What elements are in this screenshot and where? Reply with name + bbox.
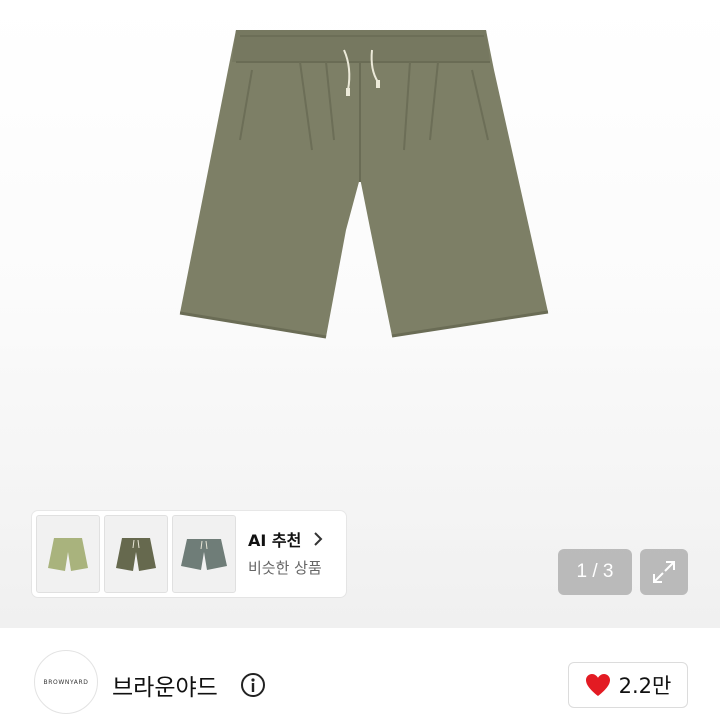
info-icon[interactable] bbox=[240, 672, 266, 698]
product-image-gallery[interactable]: AI 추천 비슷한 상품 1 / 3 bbox=[0, 0, 720, 628]
expand-button[interactable] bbox=[640, 549, 688, 595]
seller-bar: BROWNYARD 브라운야드 2.2만 bbox=[0, 628, 720, 720]
image-counter: 1 / 3 bbox=[558, 549, 632, 595]
heart-icon bbox=[585, 674, 610, 696]
expand-icon bbox=[653, 561, 675, 583]
recommend-subtitle: 비슷한 상품 bbox=[248, 559, 322, 577]
recommend-title-label: AI 추천 bbox=[248, 531, 302, 550]
shorts-body bbox=[180, 30, 548, 337]
recommend-thumb-3[interactable] bbox=[172, 515, 236, 593]
recommend-title[interactable]: AI 추천 bbox=[248, 527, 323, 551]
recommend-thumb-1[interactable] bbox=[36, 515, 100, 593]
like-count: 2.2만 bbox=[618, 674, 672, 698]
recommend-thumb-2[interactable] bbox=[104, 515, 168, 593]
shorts-thumb-icon bbox=[116, 538, 156, 571]
shop-logo-text: BROWNYARD bbox=[43, 678, 89, 686]
shop-avatar[interactable]: BROWNYARD bbox=[34, 650, 98, 714]
chevron-right-icon bbox=[313, 531, 323, 550]
shop-name[interactable]: 브라운야드 bbox=[112, 668, 218, 702]
ai-recommend-card[interactable]: AI 추천 비슷한 상품 bbox=[32, 511, 346, 597]
like-button[interactable]: 2.2만 bbox=[568, 662, 688, 708]
shorts-thumb-icon bbox=[48, 538, 88, 571]
shorts-thumb-icon bbox=[181, 539, 227, 570]
